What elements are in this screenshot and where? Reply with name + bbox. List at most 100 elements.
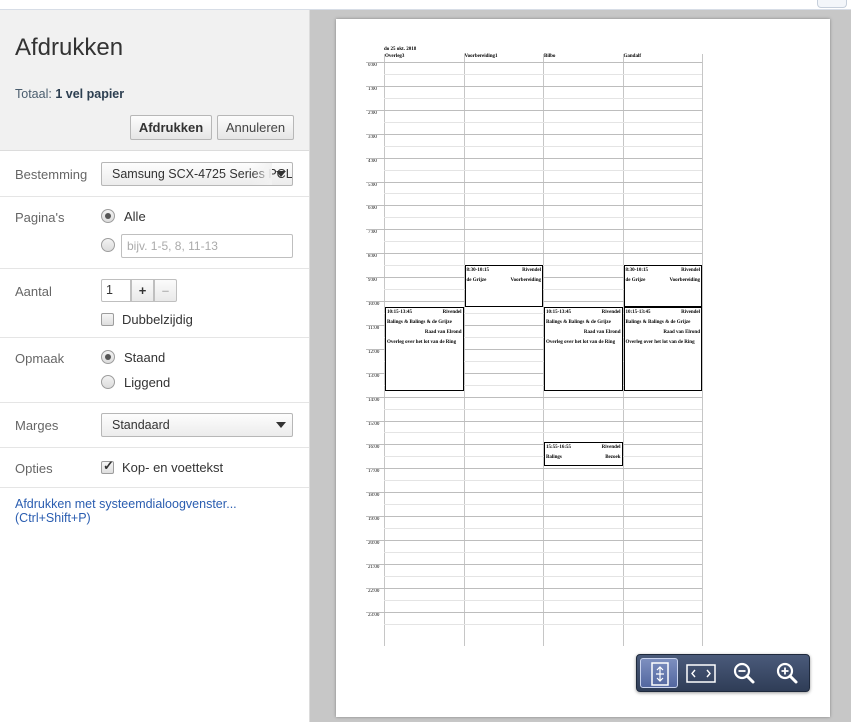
preview-half-hour-line	[384, 504, 702, 506]
preview-event: 10:15-13:45 Rivendel Balings & Balings & d…	[544, 306, 623, 391]
duplex-label[interactable]: Dubbelzijdig	[122, 312, 193, 327]
preview-column-header: Gandalf	[623, 54, 642, 59]
preview-half-hour-line	[384, 432, 702, 434]
preview-date: do 25 okt. 2018	[384, 47, 417, 52]
layout-section: Opmaak Staand Liggend	[0, 338, 309, 403]
preview-hour-line	[366, 587, 702, 589]
preview-event-text: 8:30-10:15	[466, 268, 490, 274]
cancel-button[interactable]: Annuleren	[217, 115, 294, 140]
window-control-button[interactable]	[817, 0, 847, 8]
copies-decrement-button[interactable]: –	[154, 279, 177, 302]
preview-hour-label: 10:00	[368, 302, 380, 307]
print-header: Afdrukken Totaal: 1 vel papier Afdrukken…	[0, 10, 309, 151]
preview-hour-line	[366, 181, 702, 183]
preview-hour-label: 1:00	[368, 86, 377, 92]
portrait-radio[interactable]	[101, 350, 115, 364]
preview-event-text: 10:15-13:45	[625, 309, 651, 315]
preview-hour-label: 7:00	[368, 230, 377, 236]
preview-half-hour-line	[384, 480, 702, 482]
print-button[interactable]: Afdrukken	[130, 115, 212, 140]
landscape-radio[interactable]	[101, 375, 115, 389]
preview-half-hour-line	[384, 73, 702, 75]
preview-event-text: Rivendel	[601, 445, 621, 451]
fit-to-width-icon[interactable]	[682, 658, 720, 688]
preview-hour-line	[366, 468, 702, 470]
preview-hour-line	[366, 157, 702, 159]
preview-hour-line	[366, 396, 702, 398]
pages-custom-radio[interactable]	[101, 238, 115, 252]
system-dialog-link[interactable]: Afdrukken met systeemdialoogvenster... (…	[15, 497, 309, 525]
preview-hour-label: 6:00	[368, 206, 377, 212]
preview-event-text: Balings & Balings & de Grijze	[625, 319, 691, 325]
preview-event-text: Raad van Elrond	[663, 329, 700, 335]
preview-hour-label: 19:00	[368, 517, 380, 523]
pages-all-radio[interactable]	[101, 209, 115, 223]
pages-section: Pagina's Alle bijv. 1-5, 8, 11-13	[0, 197, 309, 269]
preview-event-line: Balings & Balings & de Grijze	[625, 318, 702, 328]
destination-select[interactable]: Samsung SCX-4725 Series PCL	[101, 162, 293, 186]
fit-to-page-icon[interactable]	[640, 658, 678, 688]
preview-event-line: de Grijze Voorbereiding	[625, 276, 702, 286]
preview-event-line: 10:15-13:45 Rivendel	[545, 308, 622, 318]
preview-event-text: 8:30-10:15	[625, 268, 649, 274]
copies-label: Aantal	[15, 284, 52, 299]
margins-select[interactable]: Standaard	[101, 413, 293, 437]
preview-event: 8:30-10:15 Rivendel de Grijze Voorbereiding	[464, 265, 543, 307]
preview-hour-label: 11:00	[368, 325, 380, 331]
pages-label: Pagina's	[15, 210, 65, 225]
pages-all-label[interactable]: Alle	[124, 209, 146, 224]
print-settings-sidebar: Afdrukken Totaal: 1 vel papier Afdrukken…	[0, 10, 310, 722]
preview-event: 8:30-10:15 Rivendel de Grijze Voorbereiding	[623, 265, 702, 307]
preview-event-text: Raad van Elrond	[583, 329, 621, 335]
preview-hour-line	[366, 85, 702, 87]
preview-event-line: Balings & Balings & de Grijze	[386, 318, 463, 328]
preview-hour-label: 22:00	[368, 588, 380, 594]
preview-event-text: Rivendel	[522, 268, 541, 274]
preview-event-text: Rivendel	[681, 268, 700, 274]
chevron-down-icon	[276, 422, 286, 428]
header-footer-label[interactable]: Kop- en voettekst	[122, 460, 223, 475]
preview-column-header: Bilbo	[544, 54, 556, 59]
preview-event-text: 10:15-13:45	[387, 309, 412, 315]
preview-event-line: Raad van Elrond	[625, 328, 702, 338]
header-footer-checkbox[interactable]: ✓	[101, 458, 114, 474]
copies-increment-button[interactable]: +	[131, 279, 154, 302]
preview-half-hour-line	[384, 408, 702, 410]
portrait-label[interactable]: Staand	[124, 350, 165, 365]
preview-hour-label: 23:00	[368, 612, 380, 618]
zoom-out-icon[interactable]	[725, 658, 763, 688]
preview-hour-label: 3:00	[368, 134, 377, 140]
duplex-checkbox[interactable]	[101, 313, 114, 326]
options-section: Opties ✓ Kop- en voettekst	[0, 448, 309, 488]
preview-hour-label: 8:00	[368, 254, 377, 260]
preview-event-text: Voorbereiding	[669, 278, 700, 284]
preview-event-line: 8:30-10:15 Rivendel	[466, 266, 543, 276]
preview-event-text: de Grijze	[625, 278, 646, 284]
preview-event-line: 8:30-10:15 Rivendel	[625, 266, 702, 276]
checkmark-icon: ✓	[103, 458, 114, 473]
preview-event-text: Bezoek	[605, 455, 621, 461]
preview-event-line: Balings Bezoek	[545, 453, 622, 463]
zoom-in-icon[interactable]	[768, 658, 806, 688]
preview-event-text: Rivendel	[442, 309, 462, 315]
preview-event-line: Overleg over het lot van de Ring	[545, 338, 622, 348]
preview-half-hour-line	[384, 169, 702, 171]
preview-event-text: Overleg over het lot van de Ring	[387, 339, 457, 345]
copies-input[interactable]: 1	[101, 279, 131, 302]
landscape-label[interactable]: Liggend	[124, 375, 170, 390]
pages-range-input[interactable]: bijv. 1-5, 8, 11-13	[121, 234, 293, 258]
preview-hour-line	[366, 253, 702, 255]
preview-column-divider	[463, 54, 465, 646]
print-preview-area: do 25 okt. 2018 Overleg3 Voorbereiding1 Bi…	[310, 10, 851, 722]
preview-hour-label: 20:00	[368, 541, 380, 546]
preview-event-text: 10:15-13:45	[546, 309, 571, 315]
preview-event: 15:55-16:55 Rivendel Balings Bezoek	[544, 442, 623, 467]
preview-half-hour-line	[384, 599, 702, 601]
preview-event-line: 10:15-13:45 Rivendel	[386, 308, 463, 318]
preview-hour-label: 0:00	[368, 63, 377, 68]
destination-label: Bestemming	[15, 167, 88, 182]
destination-section: Bestemming Samsung SCX-4725 Series PCL	[0, 151, 309, 197]
preview-event: 10:15-13:45 Rivendel Balings & Balings & d…	[385, 306, 464, 391]
preview-event-line: Overleg over het lot van de Ring	[625, 338, 702, 348]
preview-hour-line	[366, 516, 702, 518]
